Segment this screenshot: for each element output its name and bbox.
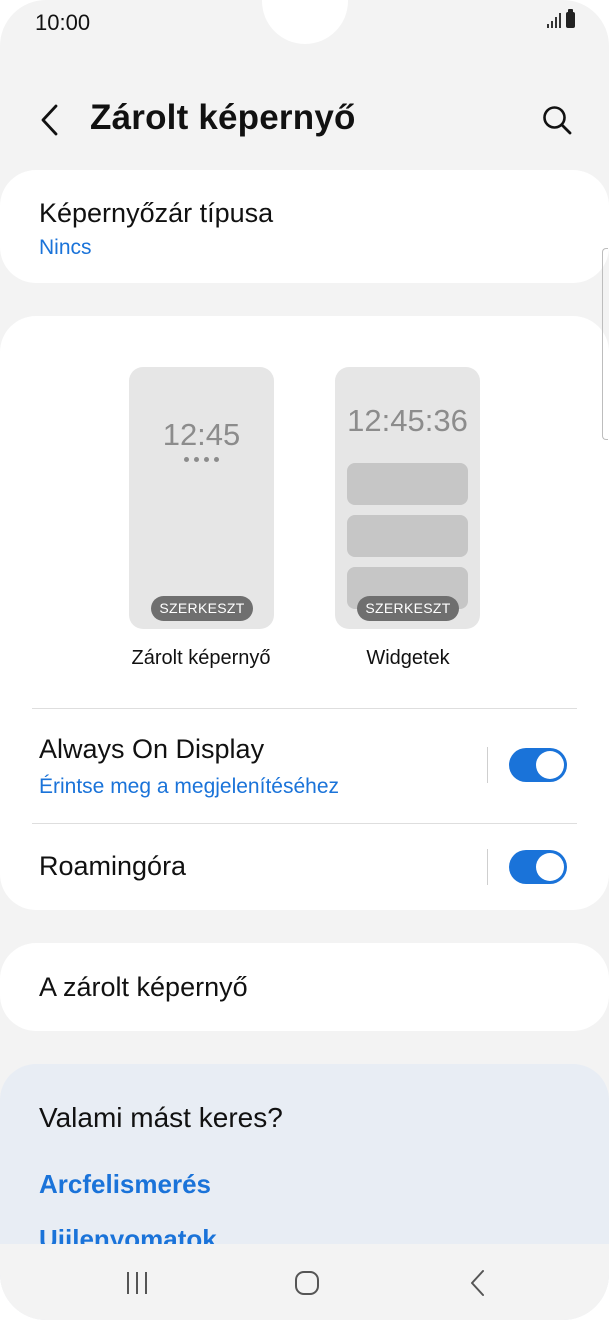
chevron-left-icon bbox=[41, 104, 58, 136]
lock-screen-settings-row[interactable]: A zárolt képernyő bbox=[0, 943, 609, 1031]
edit-widgets-button[interactable]: SZERKESZT bbox=[357, 596, 459, 621]
search-button[interactable] bbox=[535, 98, 579, 142]
widget-placeholder bbox=[347, 463, 468, 505]
battery-icon bbox=[566, 9, 575, 28]
lock-screen-preview[interactable]: 12:45 SZERKESZT bbox=[129, 367, 274, 629]
roaming-clock-title: Roamingóra bbox=[39, 851, 187, 881]
preview-clock: 12:45 bbox=[162, 417, 241, 452]
toggle-separator bbox=[487, 849, 488, 885]
lock-type-row[interactable]: Képernyőzár típusa Nincs bbox=[0, 170, 609, 283]
status-icons bbox=[547, 9, 575, 28]
pin-dots bbox=[129, 457, 274, 462]
status-time: 10:00 bbox=[35, 10, 91, 35]
divider bbox=[32, 823, 577, 824]
lock-type-value: Nincs bbox=[39, 236, 92, 259]
toggle-separator bbox=[487, 747, 488, 783]
edit-lock-screen-button[interactable]: SZERKESZT bbox=[151, 596, 253, 621]
camera-notch bbox=[262, 0, 348, 44]
back-button[interactable] bbox=[30, 100, 70, 140]
roaming-clock-toggle[interactable] bbox=[509, 850, 567, 884]
widget-placeholder bbox=[347, 515, 468, 557]
lock-type-title: Képernyőzár típusa bbox=[39, 198, 274, 228]
app-header: Zárolt képernyő bbox=[0, 88, 609, 152]
lock-screen-settings-title: A zárolt képernyő bbox=[39, 972, 248, 1002]
recents-button[interactable] bbox=[115, 1268, 159, 1298]
widgets-preview-label: Widgetek bbox=[366, 647, 450, 669]
home-button[interactable] bbox=[285, 1268, 329, 1298]
preview-clock-seconds: 12:45:36 bbox=[347, 403, 468, 438]
suggestions-title: Valami mást keres? bbox=[39, 1102, 283, 1133]
nav-back-button[interactable] bbox=[456, 1268, 500, 1298]
always-on-display-title: Always On Display bbox=[39, 734, 265, 764]
scrollbar[interactable] bbox=[602, 248, 608, 440]
search-icon bbox=[543, 106, 572, 135]
signal-icon bbox=[547, 12, 561, 28]
page-title: Zárolt képernyő bbox=[90, 98, 356, 137]
recents-icon bbox=[127, 1272, 147, 1294]
lock-settings-card: 12:45 SZERKESZT Zárolt képernyő 12:45:36… bbox=[0, 316, 609, 910]
phone-screen: 10:00 Zárolt képernyő Képernyőzár típusa… bbox=[0, 0, 609, 1320]
always-on-display-toggle[interactable] bbox=[509, 748, 567, 782]
lock-screen-preview-label: Zárolt képernyő bbox=[131, 647, 271, 669]
home-icon bbox=[295, 1271, 319, 1295]
nav-back-icon bbox=[471, 1270, 484, 1296]
widgets-preview[interactable]: 12:45:36 SZERKESZT bbox=[335, 367, 480, 629]
navigation-bar bbox=[0, 1244, 609, 1320]
suggestion-link-face[interactable]: Arcfelismerés bbox=[39, 1169, 211, 1200]
divider bbox=[32, 708, 577, 709]
always-on-display-subtitle: Érintse meg a megjelenítéséhez bbox=[39, 775, 339, 798]
